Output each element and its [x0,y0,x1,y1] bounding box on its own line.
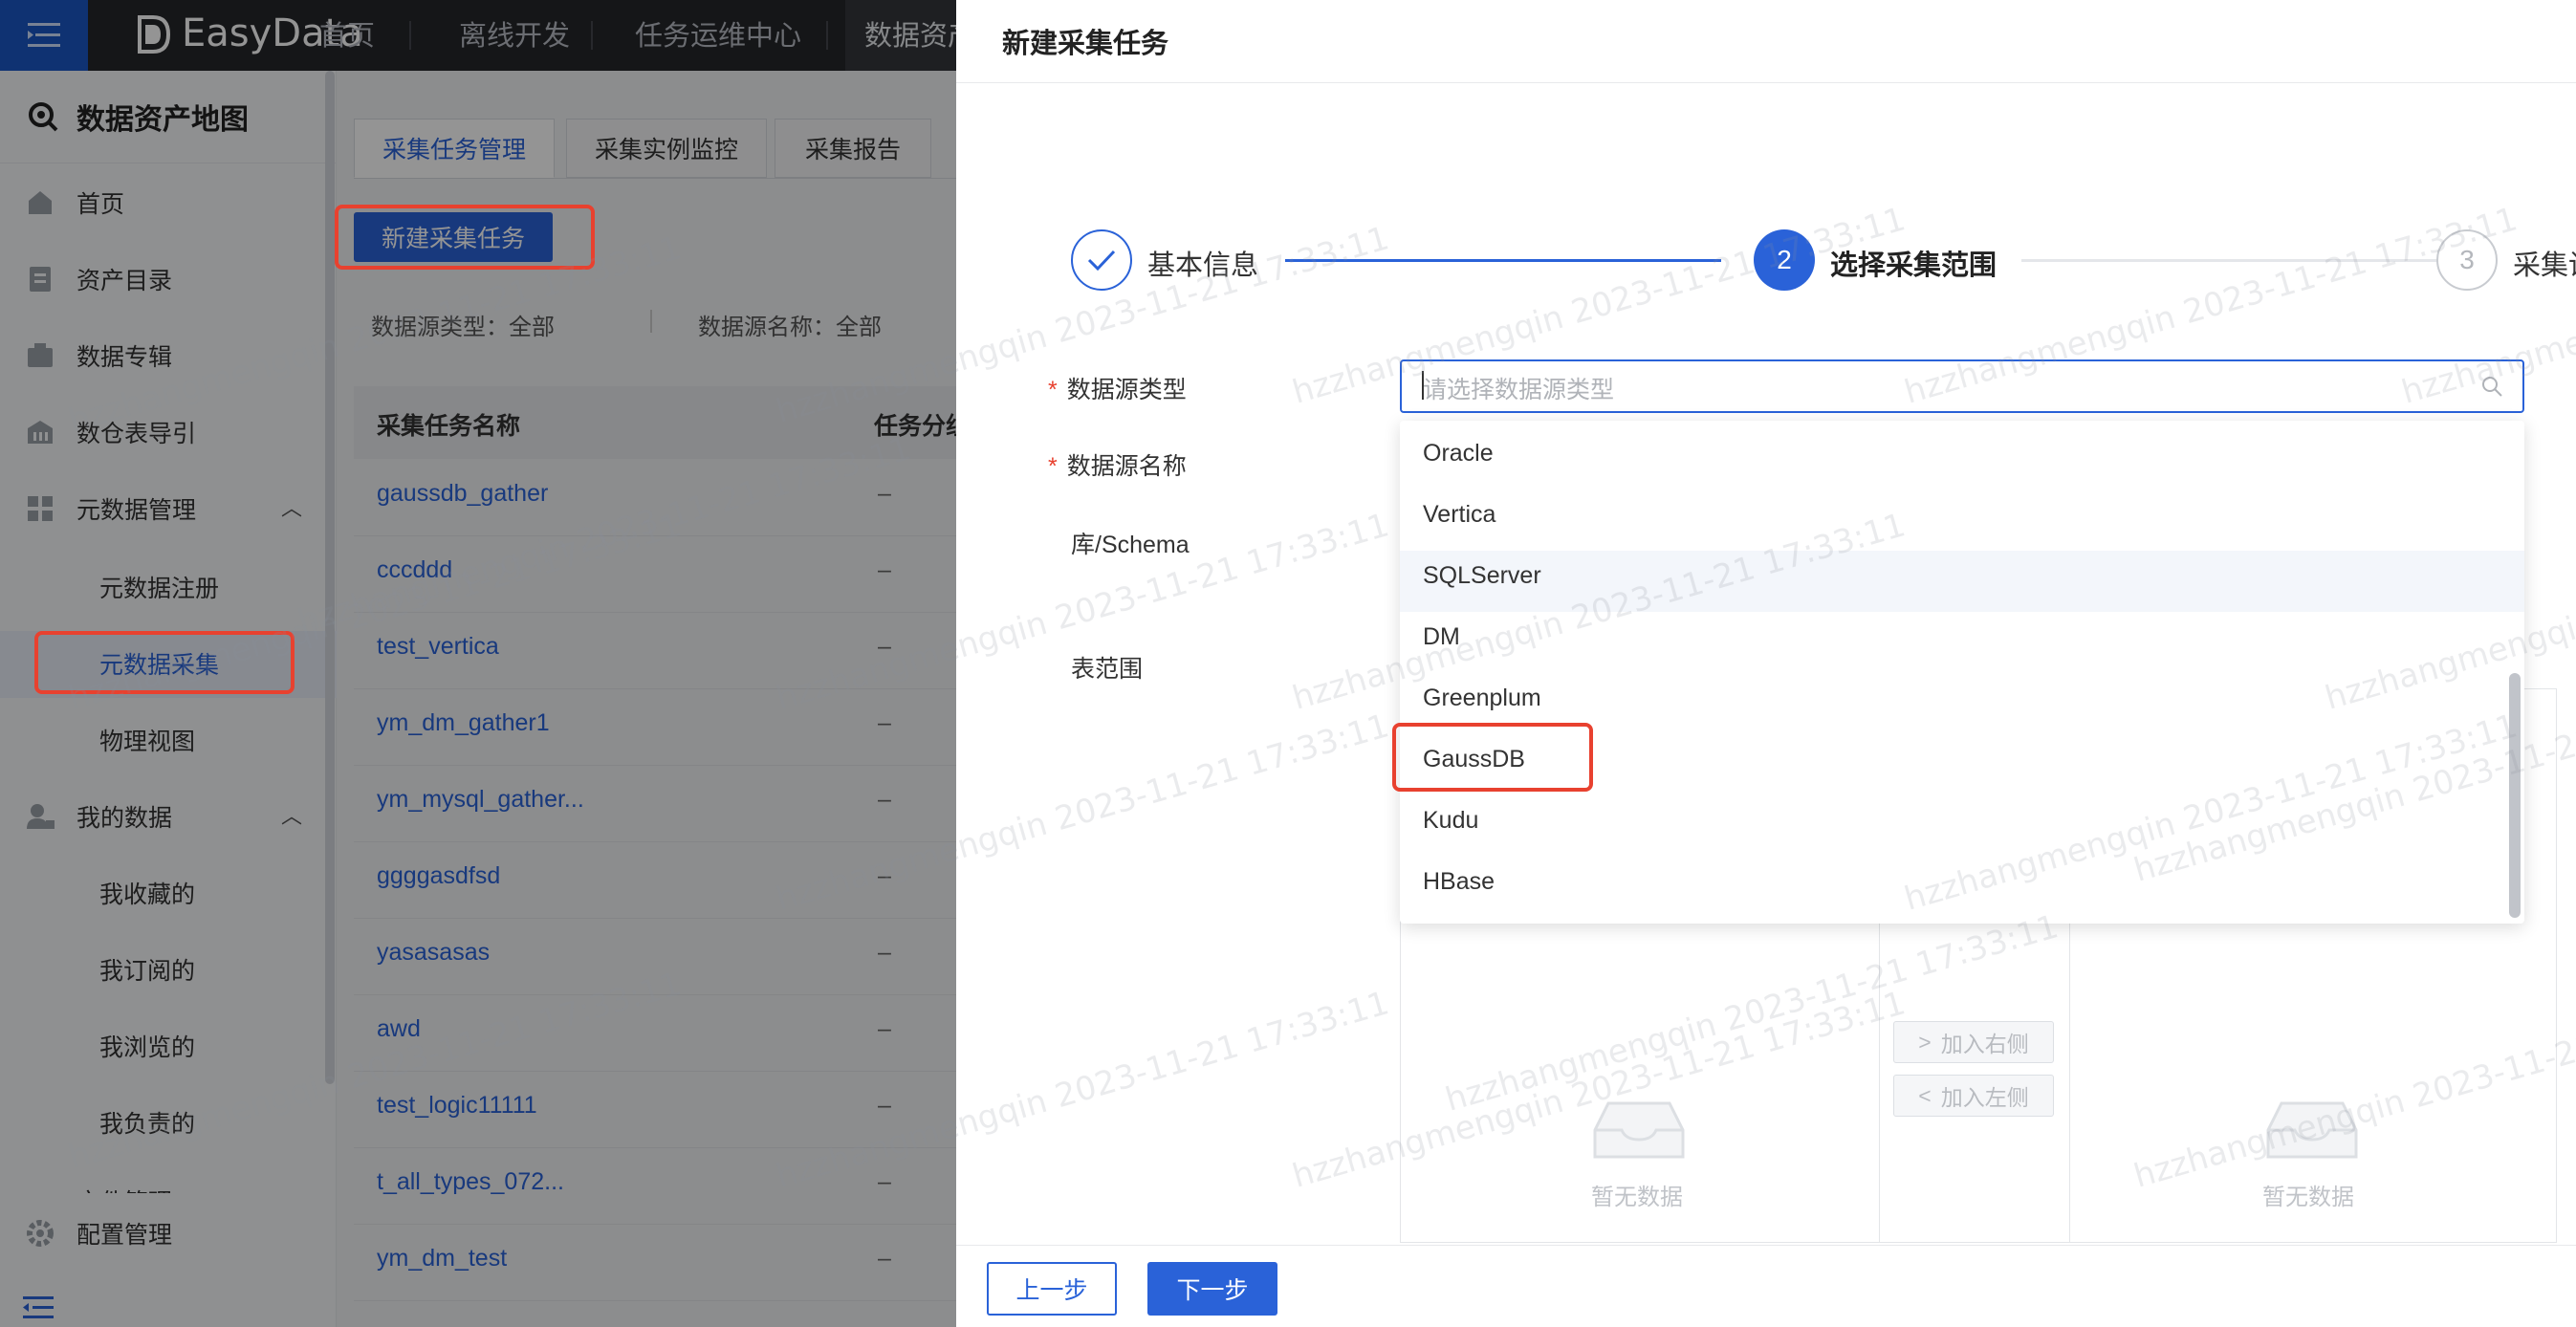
dropdown-option-kudu[interactable]: Kudu [1423,807,1478,835]
source-name-label-text: 数据源名称 [1066,453,1187,480]
drawer-title: 新建采集任务 [1002,29,1169,59]
step-1-done-icon [1071,229,1132,291]
drawer-footer-divider [956,1245,2576,1246]
step-connector-1 [1285,259,1721,262]
source-type-label-text: 数据源类型 [1066,377,1187,403]
next-step-button[interactable]: 下一步 [1147,1262,1277,1316]
dropdown-option-greenplum[interactable]: Greenplum [1423,685,1541,712]
empty-inbox-icon [1593,1101,1685,1159]
step-2-number: 2 [1754,229,1815,291]
dropdown-hover-row [1400,551,2524,612]
step-3-number: 3 [2436,229,2498,291]
dropdown-option-vertica[interactable]: Vertica [1423,501,1495,529]
add-left-button[interactable]: < 加入左侧 [1893,1075,2054,1117]
source-name-label: * 数据源名称 [1048,453,1187,480]
add-right-label: 加入右侧 [1940,1032,2029,1056]
highlight-gaussdb-option [1392,723,1593,792]
drawer-header-divider [956,82,2576,83]
step-1-label: 基本信息 [1147,250,1259,281]
step-2-label: 选择采集范围 [1830,250,1997,281]
text-caret [1422,371,1424,400]
step-3-label: 采集设 [2513,250,2576,281]
dropdown-scrollbar[interactable] [2509,673,2521,918]
dropdown-option-dm[interactable]: DM [1423,623,1460,651]
chevron-left-icon: < [1918,1082,1932,1108]
empty-inbox-icon [2266,1101,2358,1159]
highlight-metadata-collect [34,631,295,694]
highlight-new-button [335,205,595,270]
empty-text-right: 暂无数据 [2262,1185,2354,1210]
dropdown-option-sqlserver[interactable]: SQLServer [1423,562,1541,590]
source-type-label: * 数据源类型 [1048,377,1187,403]
source-type-placeholder: 请选择数据源类型 [1423,377,1615,403]
dropdown-option-oracle[interactable]: Oracle [1423,440,1494,468]
check-icon [1087,250,1116,272]
step-connector-2 [2021,259,2438,262]
previous-step-button[interactable]: 上一步 [987,1262,1117,1316]
table-range-label: 表范围 [1071,656,1144,683]
add-left-label: 加入左侧 [1940,1085,2029,1110]
chevron-right-icon: > [1918,1029,1932,1055]
source-type-dropdown [1400,421,2524,924]
add-right-button[interactable]: > 加入右侧 [1893,1021,2054,1063]
search-icon [2482,377,2502,397]
schema-label: 库/Schema [1071,532,1190,558]
dropdown-option-hbase[interactable]: HBase [1423,868,1495,896]
empty-text-left: 暂无数据 [1591,1185,1683,1210]
